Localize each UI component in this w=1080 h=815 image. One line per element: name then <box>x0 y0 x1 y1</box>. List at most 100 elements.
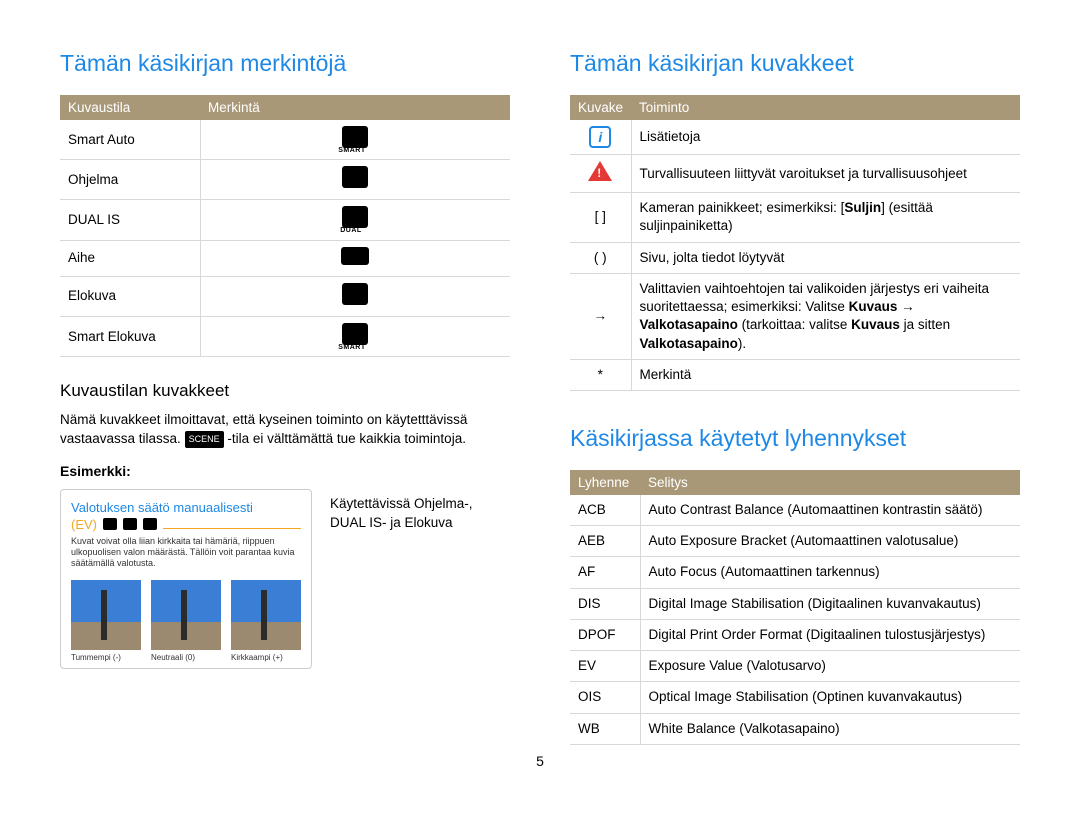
mode-label: Smart Elokuva <box>60 317 200 357</box>
thumb-item: Neutraali (0) <box>151 580 221 662</box>
table-row: Smart Auto <box>60 120 510 160</box>
thumb-image-neutral <box>151 580 221 650</box>
table-row: AEBAuto Exposure Bracket (Automaattinen … <box>570 526 1020 557</box>
abbrev-desc: Auto Focus (Automaattinen tarkennus) <box>640 557 1020 588</box>
asterisk-icon: * <box>570 359 631 390</box>
mode-label: Ohjelma <box>60 160 200 200</box>
abbrev: OIS <box>570 682 640 713</box>
abbrev-header-c2: Selitys <box>640 470 1020 495</box>
icons-header-c1: Kuvake <box>570 95 631 120</box>
icon-desc: Merkintä <box>631 359 1020 390</box>
table-row: Ohjelma <box>60 160 510 200</box>
abbrev-table: Lyhenne Selitys ACBAuto Contrast Balance… <box>570 470 1020 745</box>
example-side-text: Käytettävissä Ohjelma-, DUAL IS- ja Elok… <box>330 489 510 533</box>
right-title-1: Tämän käsikirjan kuvakkeet <box>570 50 1020 77</box>
thumb-image-brighter <box>231 580 301 650</box>
right-column: Tämän käsikirjan kuvakkeet Kuvake Toimin… <box>570 50 1020 745</box>
abbrev: EV <box>570 651 640 682</box>
desc-b: -tila ei välttämättä tue kaikkia toimint… <box>227 431 466 446</box>
example-wrap: Valotuksen säätö manuaalisesti (EV) Kuva… <box>60 489 510 669</box>
text-seg: → <box>897 299 914 314</box>
abbrev-desc: Digital Image Stabilisation (Digitaaline… <box>640 588 1020 619</box>
scene-chip-icon: SCENE <box>185 431 224 448</box>
mode-label: DUAL IS <box>60 200 200 240</box>
thumbs-row: Tummempi (-) Neutraali (0) Kirkkaampi (+… <box>71 580 301 662</box>
text-bold: Kuvaus <box>849 299 898 314</box>
example-label: Esimerkki: <box>60 463 510 479</box>
table-row: WBWhite Balance (Valkotasapaino) <box>570 713 1020 744</box>
modes-header-c2: Merkintä <box>200 95 510 120</box>
table-row: DPOFDigital Print Order Format (Digitaal… <box>570 619 1020 650</box>
abbrev-desc: Auto Exposure Bracket (Automaattinen val… <box>640 526 1020 557</box>
abbrev-desc: White Balance (Valkotasapaino) <box>640 713 1020 744</box>
table-row: Aihe <box>60 240 510 276</box>
text-seg: ja sitten <box>900 317 950 332</box>
left-title: Tämän käsikirjan merkintöjä <box>60 50 510 77</box>
text-seg: (tarkoittaa: valitse <box>738 317 851 332</box>
ev-label: (EV) <box>71 517 97 532</box>
mini-movie-icon <box>143 518 157 530</box>
abbrev-header-c1: Lyhenne <box>570 470 640 495</box>
table-row: ( ) Sivu, jolta tiedot löytyvät <box>570 242 1020 273</box>
mini-dual-icon <box>123 518 137 530</box>
abbrev: DIS <box>570 588 640 619</box>
leader-line <box>163 528 301 529</box>
icons-table: Kuvake Toiminto i Lisätietoja Turvallisu… <box>570 95 1020 391</box>
text-seg: Valittavien vaihtoehtojen tai valikoiden… <box>640 281 989 314</box>
example-title: Valotuksen säätö manuaalisesti <box>71 500 301 517</box>
left-subtitle: Kuvaustilan kuvakkeet <box>60 381 510 401</box>
mode-label: Smart Auto <box>60 120 200 160</box>
thumb-item: Kirkkaampi (+) <box>231 580 301 662</box>
abbrev-desc: Exposure Value (Valotusarvo) <box>640 651 1020 682</box>
abbrev: ACB <box>570 495 640 526</box>
modes-table: Kuvaustila Merkintä Smart Auto Ohjelma D… <box>60 95 510 357</box>
table-row: → Valittavien vaihtoehtojen tai valikoid… <box>570 273 1020 359</box>
camera-smart-icon <box>342 126 368 148</box>
mini-camera-icon <box>103 518 117 530</box>
mode-icons-desc: Nämä kuvakkeet ilmoittavat, että kyseine… <box>60 411 510 449</box>
abbrev: AF <box>570 557 640 588</box>
table-row: [ ] Kameran painikkeet; esimerkiksi: [Su… <box>570 193 1020 242</box>
table-row: Turvallisuuteen liittyvät varoitukset ja… <box>570 155 1020 193</box>
icon-desc: Sivu, jolta tiedot löytyvät <box>631 242 1020 273</box>
camera-smart-movie-icon <box>342 323 368 345</box>
warning-icon <box>588 161 612 181</box>
thumb-label: Kirkkaampi (+) <box>231 653 301 662</box>
info-note-icon: i <box>589 126 611 148</box>
example-caption: Kuvat voivat olla liian kirkkaita tai hä… <box>71 536 301 570</box>
table-row: DISDigital Image Stabilisation (Digitaal… <box>570 588 1020 619</box>
thumb-image-darker <box>71 580 141 650</box>
table-row: EVExposure Value (Valotusarvo) <box>570 651 1020 682</box>
mode-label: Aihe <box>60 240 200 276</box>
text-seg: ). <box>738 336 746 351</box>
thumb-label: Neutraali (0) <box>151 653 221 662</box>
mode-label: Elokuva <box>60 276 200 316</box>
table-row: i Lisätietoja <box>570 120 1020 155</box>
table-row: AFAuto Focus (Automaattinen tarkennus) <box>570 557 1020 588</box>
modes-header-c1: Kuvaustila <box>60 95 200 120</box>
text-bold: Valkotasapaino <box>640 336 738 351</box>
page: Tämän käsikirjan merkintöjä Kuvaustila M… <box>60 50 1020 745</box>
text-seg: Kameran painikkeet; esimerkiksi: [ <box>640 200 845 215</box>
icon-desc: Lisätietoja <box>631 120 1020 155</box>
text-bold: Valkotasapaino <box>640 317 738 332</box>
text-bold: Suljin <box>844 200 881 215</box>
icon-desc: Valittavien vaihtoehtojen tai valikoiden… <box>631 273 1020 359</box>
left-column: Tämän käsikirjan merkintöjä Kuvaustila M… <box>60 50 510 745</box>
table-row: DUAL IS <box>60 200 510 240</box>
arrow-icon: → <box>570 273 631 359</box>
thumb-label: Tummempi (-) <box>71 653 141 662</box>
table-row: OISOptical Image Stabilisation (Optinen … <box>570 682 1020 713</box>
right-title-2: Käsikirjassa käytetyt lyhennykset <box>570 425 1020 452</box>
abbrev: DPOF <box>570 619 640 650</box>
camera-movie-icon <box>342 283 368 305</box>
thumb-item: Tummempi (-) <box>71 580 141 662</box>
table-row: ACBAuto Contrast Balance (Automaattinen … <box>570 495 1020 526</box>
abbrev-desc: Optical Image Stabilisation (Optinen kuv… <box>640 682 1020 713</box>
text-bold: Kuvaus <box>851 317 900 332</box>
abbrev-desc: Auto Contrast Balance (Automaattinen kon… <box>640 495 1020 526</box>
icon-desc: Kameran painikkeet; esimerkiksi: [Suljin… <box>631 193 1020 242</box>
camera-program-icon <box>342 166 368 188</box>
abbrev: AEB <box>570 526 640 557</box>
table-row: Smart Elokuva <box>60 317 510 357</box>
